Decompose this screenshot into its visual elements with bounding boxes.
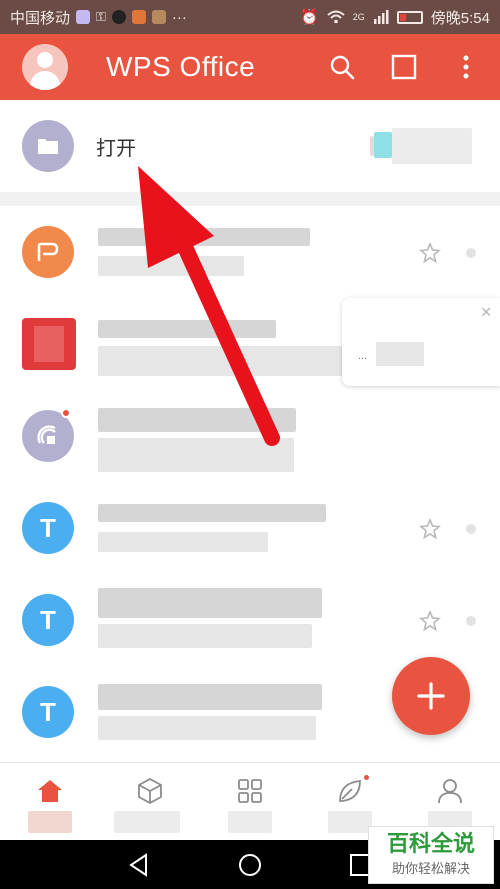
status-left: 中国移动 ⚿ ···: [10, 7, 187, 28]
nav-item-cloud[interactable]: [100, 763, 200, 841]
photo-app-icon: [151, 10, 166, 24]
folder-icon-circle: [22, 120, 74, 172]
multi-window-icon: [391, 54, 417, 80]
pdf-p-icon: [22, 226, 74, 278]
app-bar-actions: [328, 53, 480, 81]
discover-badge: [362, 773, 371, 782]
browser-app-icon: [131, 10, 146, 24]
new-document-fab[interactable]: [392, 657, 470, 735]
alarm-icon: ⏰: [300, 9, 319, 26]
more-dot[interactable]: [466, 524, 476, 534]
text-t-icon: T: [22, 594, 74, 646]
file-meta-redacted: [98, 716, 316, 740]
file-meta-redacted: [98, 624, 312, 648]
nav-item-home[interactable]: [0, 763, 100, 841]
text-t-icon: T: [22, 502, 74, 554]
nav-label-redacted: [228, 811, 272, 833]
nav-label-redacted: [328, 811, 372, 833]
star-icon[interactable]: [419, 518, 441, 540]
wps-home-screen: 中国移动 ⚿ ··· ⏰ 2G 傍晚5:54 WPS Office 打开 T T…: [0, 0, 500, 889]
file-name-redacted: [98, 684, 322, 710]
unread-badge: [61, 408, 71, 418]
more-dot[interactable]: [466, 616, 476, 626]
folder-icon: [38, 139, 58, 154]
app-bar: WPS Office: [0, 34, 500, 100]
status-right: ⏰ 2G 傍晚5:54: [300, 7, 490, 28]
avatar-icon[interactable]: [22, 44, 68, 90]
home-icon: [38, 780, 62, 802]
search-button[interactable]: [328, 53, 356, 81]
back-icon[interactable]: [126, 852, 152, 878]
search-icon: [330, 55, 355, 80]
card-ellipsis: ...: [358, 350, 368, 362]
file-name-redacted: [98, 228, 310, 246]
file-meta-redacted: [98, 346, 344, 376]
recent-thumbnail[interactable]: [370, 128, 474, 164]
file-meta-redacted: [98, 256, 244, 276]
list-item[interactable]: T: [0, 574, 500, 666]
network-type-label: 2G: [352, 12, 365, 22]
list-item[interactable]: [0, 206, 500, 298]
battery-icon: [396, 10, 423, 24]
file-name-redacted: [98, 588, 322, 618]
open-label: 打开: [96, 135, 136, 160]
person-icon: [438, 779, 462, 804]
plus-icon: [417, 682, 445, 710]
avatar-body: [30, 71, 60, 90]
star-icon[interactable]: [419, 610, 441, 632]
list-item[interactable]: T: [0, 482, 500, 574]
signal-icon: [373, 10, 389, 24]
section-divider: [0, 192, 500, 206]
baike-watermark: 百科全说 助你轻松解决: [368, 826, 494, 884]
file-meta-redacted: [98, 438, 294, 472]
list-item[interactable]: [0, 390, 500, 482]
key-icon: ⚿: [96, 9, 106, 24]
more-notifications-icon: ···: [171, 8, 187, 26]
avatar-head: [37, 52, 53, 68]
open-file-row[interactable]: 打开: [0, 100, 500, 192]
wifi-icon: [327, 10, 345, 24]
more-dot[interactable]: [466, 248, 476, 258]
watermark-subtitle: 助你轻松解决: [391, 861, 470, 877]
nav-item-apps[interactable]: [200, 763, 300, 841]
file-name-redacted: [98, 408, 296, 432]
nav-label-redacted: [28, 811, 72, 833]
cube-icon: [138, 777, 162, 805]
camera-app-icon: [111, 10, 126, 24]
watermark-title: 百科全说: [386, 832, 475, 858]
thumbnail-color-block: [374, 132, 392, 158]
status-bar: 中国移动 ⚿ ··· ⏰ 2G 傍晚5:54: [0, 0, 500, 34]
apps-grid-icon: [238, 779, 262, 803]
leaf-icon: [339, 780, 361, 802]
file-meta-redacted: [98, 532, 268, 552]
app-title: WPS Office: [106, 51, 256, 82]
clock-label: 傍晚5:54: [430, 9, 490, 27]
carrier-label: 中国移动: [10, 9, 71, 27]
recommendation-card[interactable]: ✕ ...: [342, 298, 500, 386]
star-icon[interactable]: [419, 242, 441, 264]
home-circle-icon[interactable]: [237, 852, 263, 878]
image-thumbnail: [22, 318, 76, 370]
multi-window-button[interactable]: [390, 53, 418, 81]
nav-label-redacted: [114, 811, 180, 833]
file-name-redacted: [98, 504, 326, 522]
more-options-button[interactable]: [452, 53, 480, 81]
close-icon[interactable]: ✕: [480, 304, 492, 321]
more-vert-icon: [463, 55, 469, 79]
file-name-redacted: [98, 320, 276, 338]
notification-app-icon: [76, 10, 91, 24]
text-t-icon: T: [22, 686, 74, 738]
